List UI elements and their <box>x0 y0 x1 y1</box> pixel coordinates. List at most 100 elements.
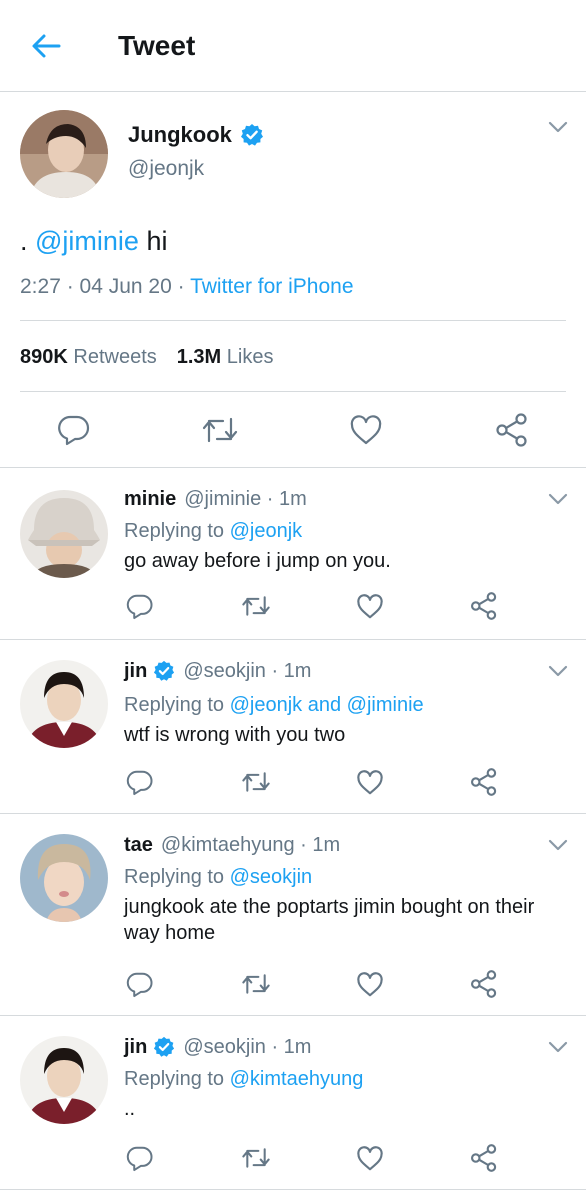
likes-count: 1.3M <box>176 346 222 368</box>
replying-to-link[interactable]: @seokjin <box>230 866 313 888</box>
reply-text: wtf is wrong with you two <box>124 724 346 746</box>
tweet-menu-button[interactable] <box>548 492 568 511</box>
retweet-icon <box>242 974 270 994</box>
reply-button[interactable] <box>120 966 160 1002</box>
tweet-text-prefix: . <box>20 226 36 256</box>
replying-to: Replying to @jeonjk and @jiminie <box>124 692 424 718</box>
reply-header: tae @kimtaehyung · 1m <box>124 832 340 858</box>
reply-author-name[interactable]: minie <box>124 486 176 512</box>
share-button[interactable] <box>490 410 534 450</box>
tweet-menu-button[interactable] <box>548 838 568 857</box>
avatar[interactable] <box>20 1036 108 1124</box>
retweets-stat[interactable]: 890K Retweets <box>20 346 157 368</box>
share-button[interactable] <box>464 764 504 800</box>
like-button[interactable] <box>350 1140 390 1176</box>
share-button[interactable] <box>464 966 504 1002</box>
tweet-menu-button[interactable] <box>548 1040 568 1059</box>
reply-icon <box>126 1146 153 1171</box>
share-icon <box>470 768 497 796</box>
like-button[interactable] <box>350 764 390 800</box>
tweet-source-link[interactable]: Twitter for iPhone <box>190 275 353 298</box>
replying-to-link[interactable]: @jeonjk and @jiminie <box>230 694 424 716</box>
reply-button[interactable] <box>120 764 160 800</box>
reply-tweet[interactable]: tae @kimtaehyung · 1m Replying to @seokj… <box>0 814 586 1016</box>
tweet-text: . @jiminie hi <box>20 224 167 258</box>
retweets-label: Retweets <box>73 346 157 368</box>
retweet-button[interactable] <box>236 966 276 1002</box>
like-button[interactable] <box>350 588 390 624</box>
avatar[interactable] <box>20 834 108 922</box>
reply-author-name[interactable]: jin <box>124 1034 147 1060</box>
reply-author-handle: @seokjin · 1m <box>183 1036 312 1058</box>
share-icon <box>470 970 497 998</box>
reply-icon <box>126 770 153 795</box>
like-icon <box>357 593 383 618</box>
share-icon <box>496 413 527 447</box>
replying-to-link[interactable]: @kimtaehyung <box>230 1068 364 1090</box>
avatar[interactable] <box>20 660 108 748</box>
reply-tweet[interactable]: jin @seokjin · 1m Replying to @jeonjk an… <box>0 640 586 814</box>
retweet-icon <box>242 1148 270 1168</box>
share-icon <box>470 592 497 620</box>
reply-tweet[interactable]: minie @jiminie · 1m Replying to @jeonjk … <box>0 468 586 640</box>
main-tweet: Jungkook @jeonjk . @jiminie hi 2:27 · 04… <box>0 92 586 468</box>
reply-button[interactable] <box>52 410 96 450</box>
reply-author-handle: @kimtaehyung · 1m <box>160 834 341 856</box>
chevron-down-icon <box>548 839 568 851</box>
reply-icon <box>58 415 90 446</box>
reply-header: jin @seokjin · 1m <box>124 1034 311 1060</box>
share-icon <box>470 1144 497 1172</box>
reply-icon <box>126 594 153 619</box>
mention-link[interactable]: @jiminie <box>35 226 139 256</box>
reply-button[interactable] <box>120 588 160 624</box>
author-handle: @jeonjk <box>128 157 205 180</box>
replying-to: Replying to @kimtaehyung <box>124 1066 363 1092</box>
replying-prefix: Replying to <box>124 1068 230 1090</box>
like-button[interactable] <box>350 966 390 1002</box>
replying-prefix: Replying to <box>124 520 230 542</box>
like-icon <box>357 1145 383 1170</box>
meta-separator: · <box>60 275 80 298</box>
retweet-icon <box>242 596 270 616</box>
tweet-time: 2:27 <box>20 275 61 298</box>
retweets-count: 890K <box>20 346 68 368</box>
retweet-button[interactable] <box>236 764 276 800</box>
replying-to: Replying to @seokjin <box>124 864 312 890</box>
tweet-menu-button[interactable] <box>548 120 568 139</box>
chevron-down-icon <box>548 121 568 133</box>
share-button[interactable] <box>464 1140 504 1176</box>
tweet-stats: 890K Retweets 1.3M Likes <box>20 344 273 370</box>
reply-text: go away before i jump on you. <box>124 550 391 572</box>
tweet-menu-button[interactable] <box>548 664 568 683</box>
likes-stat[interactable]: 1.3M Likes <box>177 346 274 368</box>
retweet-button[interactable] <box>236 588 276 624</box>
reply-text: .. <box>124 1098 136 1120</box>
replying-prefix: Replying to <box>124 866 230 888</box>
reply-text: jungkook ate the poptarts jimin bought o… <box>124 896 535 944</box>
chevron-down-icon <box>548 493 568 505</box>
replying-to: Replying to @jeonjk <box>124 518 302 544</box>
reply-button[interactable] <box>120 1140 160 1176</box>
back-button[interactable] <box>26 28 66 64</box>
verified-badge-icon <box>240 124 263 146</box>
share-button[interactable] <box>464 588 504 624</box>
likes-label: Likes <box>226 346 274 368</box>
reply-author-name[interactable]: tae <box>124 832 153 858</box>
replying-to-link[interactable]: @jeonjk <box>230 520 303 542</box>
reply-tweet[interactable]: jin @seokjin · 1m Replying to @kimtaehyu… <box>0 1016 586 1190</box>
reply-header: jin @seokjin · 1m <box>124 658 311 684</box>
author-name[interactable]: Jungkook <box>128 122 232 148</box>
avatar[interactable] <box>20 110 108 198</box>
tweet-date: 04 Jun 20 <box>79 275 172 298</box>
author-name-row: Jungkook <box>128 122 264 148</box>
divider <box>20 391 566 392</box>
like-button[interactable] <box>344 410 388 450</box>
avatar[interactable] <box>20 490 108 578</box>
retweet-button[interactable] <box>198 410 242 450</box>
reply-icon <box>126 972 153 997</box>
retweet-icon <box>202 417 238 443</box>
retweet-button[interactable] <box>236 1140 276 1176</box>
replying-prefix: Replying to <box>124 694 230 716</box>
reply-author-name[interactable]: jin <box>124 658 147 684</box>
verified-badge <box>153 660 175 682</box>
